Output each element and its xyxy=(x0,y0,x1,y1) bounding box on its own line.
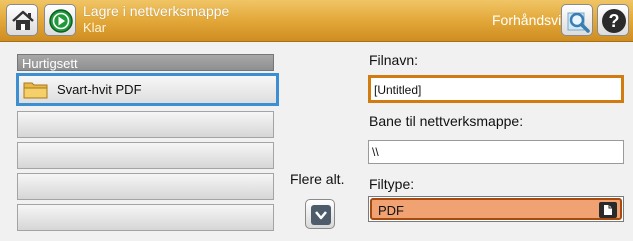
screen-title: Lagre i nettverksmappe xyxy=(83,3,230,19)
filename-field[interactable]: [Untitled] xyxy=(368,75,624,103)
help-button[interactable]: ? xyxy=(597,4,629,36)
preview-button[interactable] xyxy=(561,4,593,36)
file-type-label: Filtype: xyxy=(369,176,415,192)
chevron-down-icon xyxy=(311,205,331,225)
svg-text:?: ? xyxy=(609,11,620,31)
network-path-value: \\ xyxy=(372,145,379,159)
home-icon xyxy=(12,10,34,30)
quick-set-item-empty[interactable] xyxy=(17,204,274,231)
file-type-select-box[interactable]: PDF xyxy=(370,198,622,220)
quick-set-item-empty[interactable] xyxy=(17,173,274,200)
quick-set-item-empty[interactable] xyxy=(17,142,274,169)
quick-sets-list: Hurtigsett Svart-hvit PDF xyxy=(16,54,280,234)
device-status: Klar xyxy=(83,20,107,35)
quick-sets-header: Hurtigsett xyxy=(17,54,274,71)
network-path-label: Bane til nettverksmappe: xyxy=(369,113,524,129)
quick-set-item-empty[interactable] xyxy=(17,111,274,138)
more-options-button[interactable] xyxy=(305,199,335,229)
start-icon xyxy=(49,9,73,33)
dropdown-document-icon xyxy=(599,202,617,218)
more-options-label: Flere alt. xyxy=(290,171,345,187)
filename-label: Filnavn: xyxy=(369,52,419,68)
quick-set-item-label: Svart-hvit PDF xyxy=(57,82,142,97)
quick-set-item-svart-hvit-pdf[interactable]: Svart-hvit PDF xyxy=(16,73,279,106)
preview-label[interactable]: Forhåndsvis xyxy=(492,12,568,28)
filename-value: [Untitled] xyxy=(374,83,422,97)
top-bar: Lagre i nettverksmappe Klar Forhåndsvis … xyxy=(0,0,633,42)
magnifier-icon xyxy=(567,12,590,33)
file-type-value: PDF xyxy=(378,203,404,218)
home-button[interactable] xyxy=(6,4,38,36)
help-icon: ? xyxy=(602,9,626,33)
network-path-field[interactable]: \\ xyxy=(368,140,624,164)
folder-icon xyxy=(23,82,48,99)
start-button[interactable] xyxy=(44,4,76,36)
file-type-select[interactable]: PDF xyxy=(368,196,624,222)
